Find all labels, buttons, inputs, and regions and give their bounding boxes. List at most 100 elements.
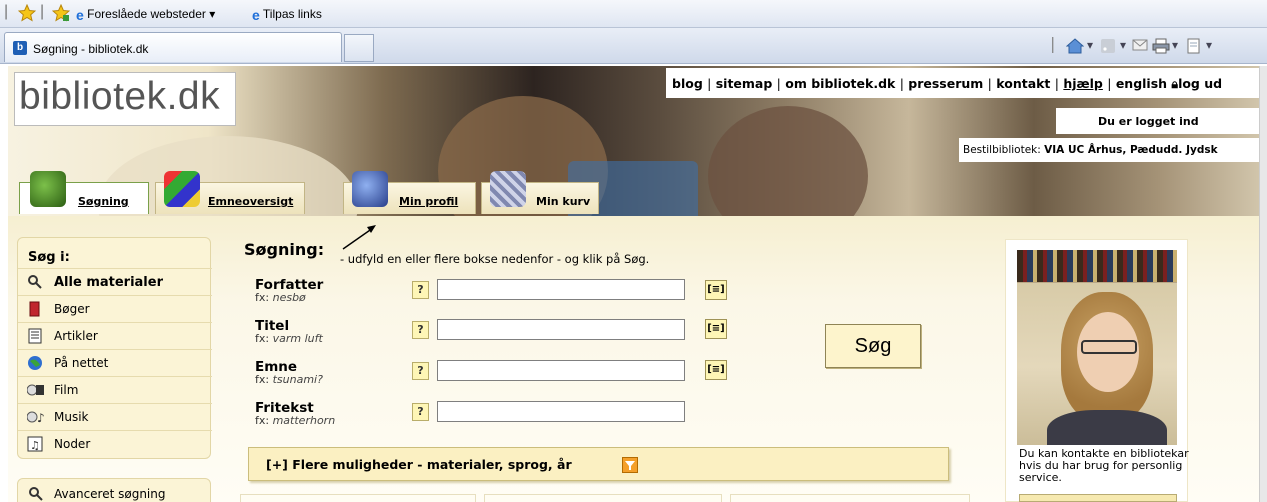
advanced-search-link[interactable]: Avanceret søgning	[17, 478, 211, 502]
sitemap-link[interactable]: sitemap	[716, 76, 773, 91]
librarian-photo	[1017, 250, 1177, 445]
home-dropdown-icon[interactable]: ▾	[1087, 38, 1093, 52]
new-tab-button[interactable]	[344, 34, 374, 62]
author-input[interactable]	[437, 279, 685, 300]
sidebar-item-label: Bøger	[54, 302, 90, 316]
sidebar-item-books[interactable]: Bøger	[18, 295, 212, 322]
site-logo[interactable]: bibliotek.dk	[14, 72, 236, 126]
sidebar-item-online[interactable]: På nettet	[18, 349, 212, 376]
sidebar-item-music[interactable]: ♪ Musik	[18, 403, 212, 430]
example-text: tsunami?	[272, 373, 323, 386]
banner-person	[708, 106, 868, 216]
sidebar-item-label: Alle materialer	[54, 275, 163, 290]
feeds-dropdown-icon[interactable]: ▾	[1120, 38, 1126, 52]
title-list-button[interactable]: [≡]	[705, 319, 727, 339]
freetext-example: fx: matterhorn	[255, 414, 335, 427]
vertical-scrollbar[interactable]	[1259, 66, 1267, 502]
ie-page-icon: e	[252, 7, 260, 23]
example-text: nesbø	[272, 291, 306, 304]
help-link[interactable]: hjælp	[1063, 76, 1103, 91]
sidebar-item-label: Musik	[54, 410, 89, 424]
sidebar-item-label: På nettet	[54, 356, 109, 370]
order-library-label: Bestilbibliotek:	[963, 144, 1041, 156]
favorites-star-icon[interactable]	[17, 3, 37, 25]
example-prefix: fx:	[255, 291, 270, 304]
search-in-sidebar: Søg i: Alle materialer Bøger Artikler På…	[17, 237, 212, 459]
author-help-button[interactable]: ?	[412, 281, 429, 299]
title-example: fx: varm luft	[255, 332, 323, 345]
tab-title: Søgning - bibliotek.dk	[33, 42, 149, 56]
sheet-music-icon: ♫	[27, 436, 43, 452]
print-icon[interactable]	[1152, 38, 1170, 57]
print-dropdown-icon[interactable]: ▾	[1172, 38, 1178, 52]
separator: |	[40, 3, 45, 20]
sidebar-item-all[interactable]: Alle materialer	[18, 268, 212, 295]
svg-text:♪: ♪	[37, 411, 45, 425]
advanced-search-label: Avanceret søgning	[54, 487, 166, 501]
film-icon	[26, 382, 44, 398]
subject-input[interactable]	[437, 360, 685, 381]
sidebar-item-sheet-music[interactable]: ♫ Noder	[18, 430, 212, 457]
result-panel	[730, 494, 970, 502]
english-link[interactable]: english	[1116, 76, 1167, 91]
home-icon[interactable]	[1065, 38, 1085, 57]
book-icon	[27, 301, 43, 317]
search-button[interactable]: Søg	[825, 324, 921, 368]
separator: |	[4, 3, 9, 20]
example-prefix: fx:	[255, 373, 270, 386]
example-text: matterhorn	[272, 414, 336, 427]
freetext-input[interactable]	[437, 401, 685, 422]
page-icon[interactable]	[1186, 38, 1202, 57]
subject-list-button[interactable]: [≡]	[705, 360, 727, 380]
order-library-value: VIA UC Århus, Pædudd. Jydsk	[1044, 144, 1218, 156]
title-input[interactable]	[437, 319, 685, 340]
contact-button[interactable]	[1019, 494, 1177, 502]
custom-links-label: Tilpas links	[262, 7, 322, 22]
read-mail-icon[interactable]	[1132, 38, 1148, 55]
separator: |	[707, 76, 712, 91]
site-favicon-icon: b	[13, 41, 27, 55]
tab-search[interactable]: Søgning	[19, 171, 149, 214]
separator: |	[1054, 76, 1059, 91]
author-list-button[interactable]: [≡]	[705, 280, 727, 300]
about-link[interactable]: om bibliotek.dk	[785, 76, 895, 91]
example-prefix: fx:	[255, 414, 270, 427]
article-icon	[27, 328, 43, 344]
search-title: Søgning:	[244, 240, 325, 259]
press-link[interactable]: presserum	[908, 76, 983, 91]
feeds-icon[interactable]	[1100, 38, 1116, 57]
suggested-sites-link[interactable]: e Foreslåede websteder ▾	[76, 7, 215, 23]
glasses-shape	[1081, 340, 1137, 354]
annotation-arrow-icon	[342, 225, 376, 250]
logout-link[interactable]: log ud	[1178, 76, 1222, 91]
example-text: varm luft	[272, 332, 323, 345]
subject-help-button[interactable]: ?	[412, 362, 429, 380]
profile-cube-icon	[352, 171, 388, 207]
separator: |	[1050, 34, 1056, 53]
order-library: Bestilbibliotek: VIA UC Århus, Pædudd. J…	[959, 138, 1259, 162]
result-panel	[240, 494, 476, 502]
sidebar-item-film[interactable]: Film	[18, 376, 212, 403]
freetext-help-button[interactable]: ?	[412, 403, 429, 421]
sidebar-item-articles[interactable]: Artikler	[18, 322, 212, 349]
blog-link[interactable]: blog	[672, 76, 703, 91]
example-prefix: fx:	[255, 332, 270, 345]
tab-profile[interactable]: Min profil	[343, 171, 476, 214]
page-dropdown-icon[interactable]: ▾	[1206, 38, 1212, 52]
favorites-bar: | | e Foreslåede websteder ▾ e Tilpas li…	[0, 0, 1267, 28]
search-cube-icon	[30, 171, 66, 207]
title-help-button[interactable]: ?	[412, 321, 429, 339]
tab-basket[interactable]: Min kurv	[481, 171, 599, 214]
more-options-toggle[interactable]: [+] Flere muligheder - materialer, sprog…	[248, 447, 949, 481]
contact-link[interactable]: kontakt	[996, 76, 1050, 91]
shoulders-shape	[1047, 410, 1167, 445]
separator: |	[899, 76, 904, 91]
add-favorites-icon[interactable]	[51, 3, 71, 25]
author-example: fx: nesbø	[255, 291, 306, 304]
sidebar-item-label: Noder	[54, 437, 91, 451]
tab-topics[interactable]: Emneoversigt	[155, 171, 305, 214]
custom-links-link[interactable]: e Tilpas links	[252, 7, 322, 23]
more-options-label: [+] Flere muligheder - materialer, sprog…	[266, 457, 572, 472]
logo-text: bibliotek.dk	[19, 75, 221, 118]
browser-tab[interactable]: b Søgning - bibliotek.dk	[4, 32, 342, 62]
